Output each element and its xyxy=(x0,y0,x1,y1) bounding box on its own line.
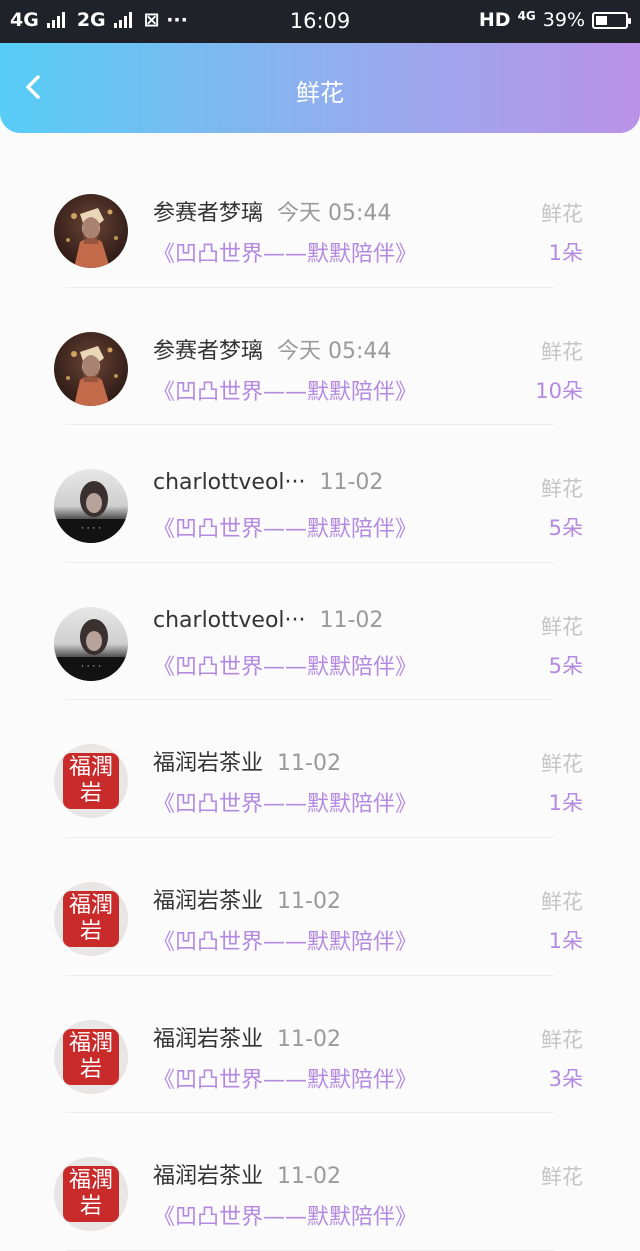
seal-logo: 福潤岩 xyxy=(63,890,119,947)
gift-type: 鲜花 xyxy=(541,339,583,364)
sender-name[interactable]: 参赛者梦璃 今天 05:44 xyxy=(153,333,391,365)
gift-target-title[interactable]: 《凹凸世界——默默陪伴》 xyxy=(153,374,417,406)
avatar-seal[interactable]: 福潤岩 xyxy=(54,744,128,819)
send-time: 11-02 xyxy=(277,751,341,777)
hd-label: HD xyxy=(478,9,511,31)
avatar-photo[interactable]: · · · · xyxy=(54,606,128,681)
seal-logo: 福潤岩 xyxy=(63,1028,119,1085)
gift-count: 1朵 xyxy=(548,241,583,265)
battery-icon xyxy=(592,11,631,29)
sender-name-text: 参赛者梦璃 xyxy=(153,201,264,226)
gift-target-title[interactable]: 《凹凸世界——默默陪伴》 xyxy=(153,649,417,681)
gift-type: 鲜花 xyxy=(541,202,583,226)
sender-name[interactable]: 参赛者梦璃 今天 05:44 xyxy=(153,195,391,227)
send-time: 11-02 xyxy=(277,888,341,914)
list-item[interactable]: 福潤岩 福润岩茶业 11-02 《凹凸世界——默默陪伴》 鲜花 1朵 xyxy=(0,700,640,838)
seal-logo: 福潤岩 xyxy=(63,1166,119,1223)
gift-type: 鲜花 xyxy=(541,477,583,502)
gift-type: 鲜花 xyxy=(541,614,583,639)
sender-name-text: charlottveol··· xyxy=(153,470,306,496)
svg-text:· · · ·: · · · · xyxy=(81,524,101,534)
gift-target-title[interactable]: 《凹凸世界——默默陪伴》 xyxy=(153,1062,417,1094)
send-time: 11-02 xyxy=(277,1026,341,1052)
gift-type: 鲜花 xyxy=(541,752,583,777)
gift-type: 鲜花 xyxy=(541,889,583,914)
gift-type: 鲜花 xyxy=(541,1165,583,1190)
sender-name-text: 参赛者梦璃 xyxy=(153,338,264,364)
sender-name[interactable]: 福润岩茶业 11-02 xyxy=(153,883,341,915)
send-time: 11-02 xyxy=(319,470,384,496)
list-item[interactable]: · · · · charlottveol··· 11-02 《凹凸世界——默默陪伴》 鲜… xyxy=(0,563,640,701)
sender-name[interactable]: 福润岩茶业 11-02 xyxy=(153,745,341,777)
gift-count: 1朵 xyxy=(548,928,583,953)
svg-text:· · · ·: · · · · xyxy=(81,662,101,672)
list-item[interactable]: 福潤岩 福润岩茶业 11-02 《凹凸世界——默默陪伴》 鲜花 1朵 xyxy=(0,838,640,976)
avatar-photo[interactable]: · · · · xyxy=(54,469,128,544)
gift-count: 3朵 xyxy=(548,1066,583,1091)
send-time: 今天 05:44 xyxy=(277,338,392,364)
gift-count: 5朵 xyxy=(548,516,583,541)
send-time: 11-02 xyxy=(319,607,384,633)
sender-name-text: 福润岩茶业 xyxy=(153,1164,264,1190)
sender-name[interactable]: charlottveol··· 11-02 xyxy=(153,608,383,633)
avatar-seal[interactable]: 福潤岩 xyxy=(54,1157,128,1232)
avatar-seal[interactable]: 福潤岩 xyxy=(54,1019,128,1094)
list-item[interactable]: · · · · charlottveol··· 11-02 《凹凸世界——默默陪伴》 鲜… xyxy=(0,425,640,563)
avatar-seal[interactable]: 福潤岩 xyxy=(54,881,128,956)
gift-target-title[interactable]: 《凹凸世界——默默陪伴》 xyxy=(153,511,417,543)
send-time: 11-02 xyxy=(277,1164,341,1190)
network-label: 4G xyxy=(517,9,536,23)
battery-percent: 39% xyxy=(542,9,585,31)
list-item[interactable]: 福潤岩 福润岩茶业 11-02 《凹凸世界——默默陪伴》 鲜花 3朵 xyxy=(0,976,640,1114)
gift-target-title[interactable]: 《凹凸世界——默默陪伴》 xyxy=(153,924,417,956)
gift-type: 鲜花 xyxy=(541,1027,583,1052)
page-title: 鲜花 xyxy=(296,79,344,107)
sender-name-text: charlottveol··· xyxy=(153,607,306,633)
avatar-illustration[interactable] xyxy=(54,194,128,268)
page-header: 鲜花 xyxy=(0,43,640,133)
sender-name[interactable]: 福润岩茶业 11-02 xyxy=(153,1158,341,1190)
status-right: HD 4G 39% xyxy=(478,9,631,31)
list-item[interactable]: 福潤岩 福润岩茶业 11-02 《凹凸世界——默默陪伴》 鲜花 xyxy=(0,1113,640,1251)
send-time: 今天 05:44 xyxy=(277,201,392,226)
sender-name-text: 福润岩茶业 xyxy=(153,751,264,777)
list-item[interactable]: 参赛者梦璃 今天 05:44 《凹凸世界——默默陪伴》 鲜花 10朵 xyxy=(0,288,640,426)
gift-list: 参赛者梦璃 今天 05:44 《凹凸世界——默默陪伴》 鲜花 1朵 参赛者梦璃 今天 05:… xyxy=(0,150,640,1251)
sender-name[interactable]: charlottveol··· 11-02 xyxy=(153,470,383,495)
gift-target-title[interactable]: 《凹凸世界——默默陪伴》 xyxy=(153,236,417,268)
gift-target-title[interactable]: 《凹凸世界——默默陪伴》 xyxy=(153,1199,417,1231)
sender-name[interactable]: 福润岩茶业 11-02 xyxy=(153,1021,341,1053)
seal-logo: 福潤岩 xyxy=(63,753,119,810)
gift-target-title[interactable]: 《凹凸世界——默默陪伴》 xyxy=(153,786,417,818)
sender-name-text: 福润岩茶业 xyxy=(153,888,264,914)
list-item[interactable]: 参赛者梦璃 今天 05:44 《凹凸世界——默默陪伴》 鲜花 1朵 xyxy=(0,150,640,288)
avatar-illustration[interactable] xyxy=(54,331,128,406)
sender-name-text: 福润岩茶业 xyxy=(153,1026,264,1052)
status-bar: 4G 2G ⊠ ··· 16:09 HD 4G 39% xyxy=(0,0,640,43)
gift-count: 10朵 xyxy=(535,378,583,403)
gift-count: 5朵 xyxy=(548,653,583,678)
gift-count: 1朵 xyxy=(548,791,583,816)
